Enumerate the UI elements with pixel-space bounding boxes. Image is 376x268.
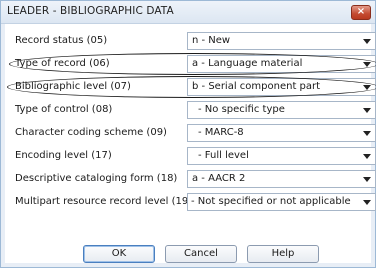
field-row-type-of-control: Type of control (08) - No specific type (5, 101, 376, 121)
descriptive-cataloging-select[interactable]: a - AACR 2 (187, 170, 376, 188)
chevron-down-icon (359, 171, 375, 187)
descriptive-cataloging-value: a - AACR 2 (192, 173, 246, 184)
leader-dialog: LEADER - BIBLIOGRAPHIC DATA × Record sta… (0, 0, 376, 268)
multipart-resource-label: Multipart resource record level (19) (15, 196, 193, 207)
type-of-record-label: Type of record (06) (15, 58, 110, 69)
character-coding-label: Character coding scheme (09) (15, 127, 167, 138)
field-row-descriptive-cataloging: Descriptive cataloging form (18) a - AAC… (5, 170, 376, 190)
field-row-encoding-level: Encoding level (17) - Full level (5, 147, 376, 167)
character-coding-select[interactable]: - MARC-8 (187, 124, 376, 142)
multipart-resource-select[interactable]: - Not specified or not applicable (187, 193, 376, 211)
encoding-level-select[interactable]: - Full level (187, 147, 376, 165)
dialog-title: LEADER - BIBLIOGRAPHIC DATA (7, 5, 174, 17)
close-button[interactable]: × (351, 5, 371, 20)
title-bar: LEADER - BIBLIOGRAPHIC DATA × (1, 1, 375, 24)
chevron-down-icon (359, 125, 375, 141)
chevron-down-icon (359, 148, 375, 164)
field-row-type-of-record: Type of record (06) a - Language materia… (5, 55, 376, 75)
field-row-character-coding: Character coding scheme (09) - MARC-8 (5, 124, 376, 144)
bibliographic-level-select[interactable]: b - Serial component part (187, 78, 376, 96)
dialog-body: Record status (05) n - New Type of recor… (5, 24, 376, 263)
type-of-control-label: Type of control (08) (15, 104, 113, 115)
bibliographic-level-value: b - Serial component part (192, 81, 321, 92)
record-status-select[interactable]: n - New (187, 32, 376, 50)
field-row-record-status: Record status (05) n - New (5, 32, 376, 52)
type-of-record-value: a - Language material (192, 58, 303, 69)
chevron-down-icon (359, 102, 375, 118)
close-icon: × (356, 6, 366, 17)
chevron-down-icon (359, 79, 375, 95)
type-of-control-select[interactable]: - No specific type (187, 101, 376, 119)
chevron-down-icon (359, 33, 375, 49)
record-status-label: Record status (05) (15, 35, 108, 46)
encoding-level-label: Encoding level (17) (15, 150, 112, 161)
record-status-value: n - New (192, 35, 231, 46)
encoding-level-value: - Full level (198, 150, 249, 161)
field-row-multipart-resource: Multipart resource record level (19) - N… (5, 193, 376, 213)
chevron-down-icon (359, 194, 375, 210)
chevron-down-icon (359, 56, 375, 72)
ok-button[interactable]: OK (83, 245, 155, 263)
type-of-record-select[interactable]: a - Language material (187, 55, 376, 73)
cancel-button[interactable]: Cancel (165, 245, 237, 263)
character-coding-value: - MARC-8 (198, 127, 244, 138)
help-button[interactable]: Help (247, 245, 319, 263)
field-row-bibliographic-level: Bibliographic level (07) b - Serial comp… (5, 78, 376, 98)
type-of-control-value: - No specific type (198, 104, 285, 115)
multipart-resource-value: - Not specified or not applicable (191, 196, 351, 207)
descriptive-cataloging-label: Descriptive cataloging form (18) (15, 173, 178, 184)
bibliographic-level-label: Bibliographic level (07) (15, 81, 131, 92)
